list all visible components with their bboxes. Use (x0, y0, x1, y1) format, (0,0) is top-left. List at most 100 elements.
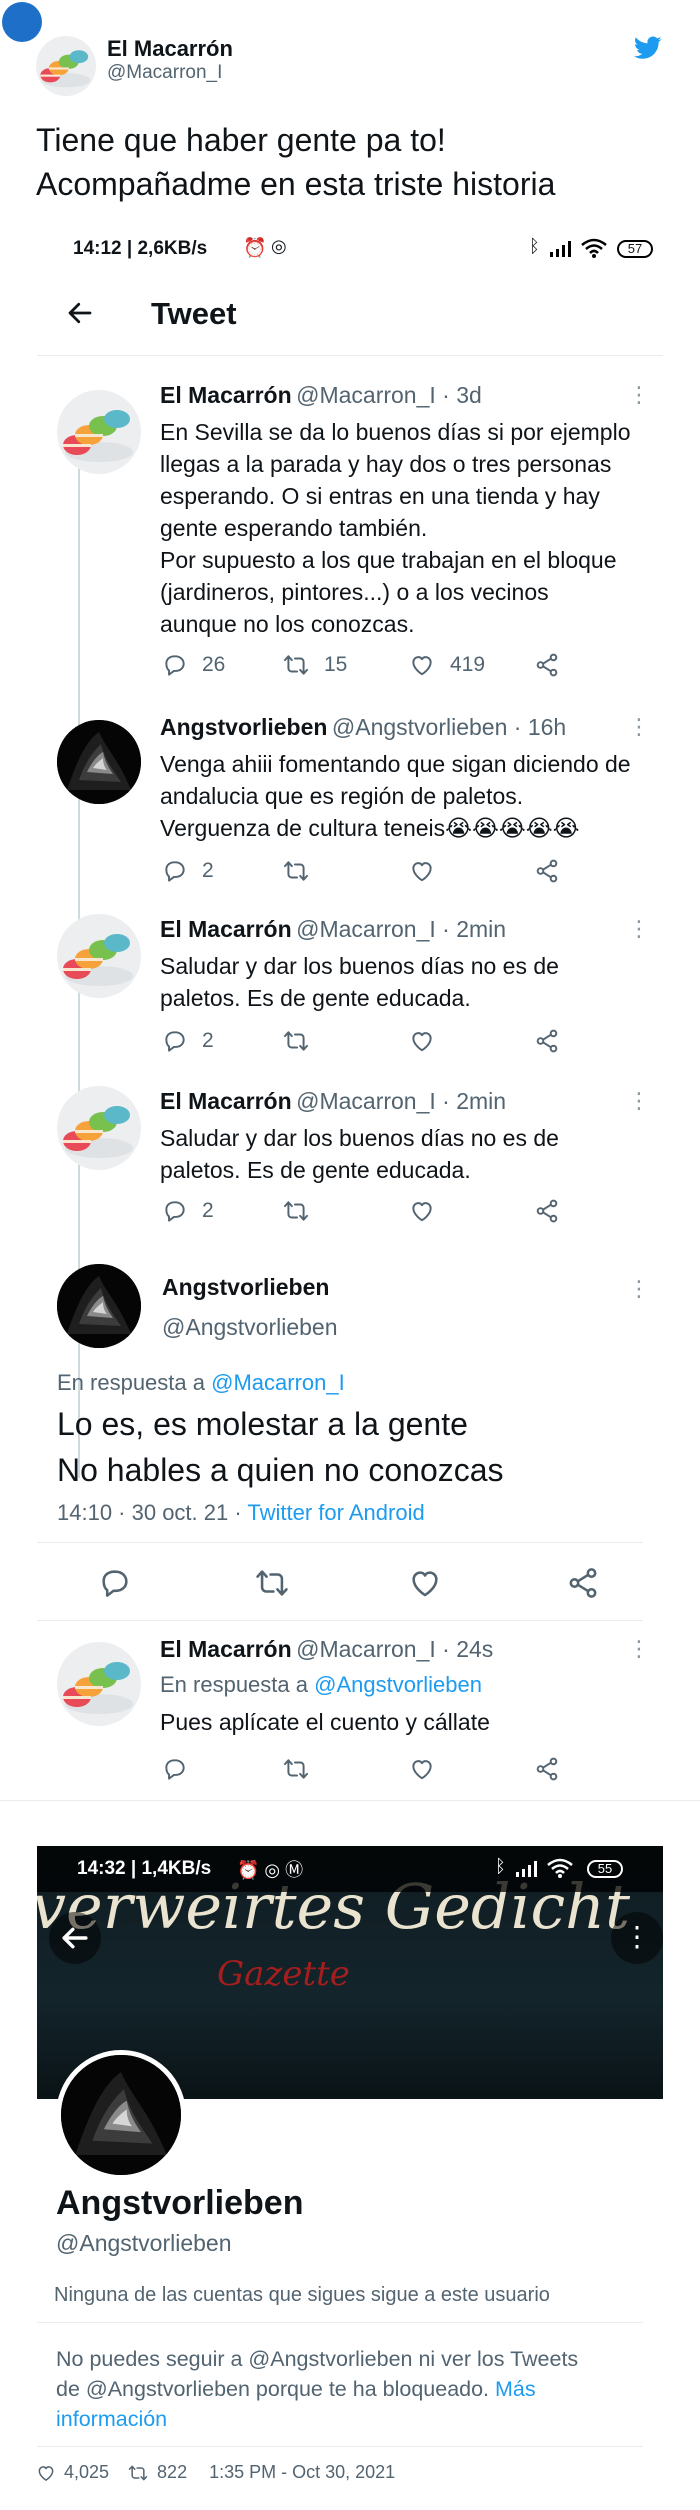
tweet-text-line: Verguenza de cultura teneis😭😭😭😭😭 (160, 815, 580, 841)
share-button[interactable] (534, 1198, 560, 1224)
avatar[interactable] (57, 914, 141, 998)
tweet-author-name[interactable]: Angstvorlieben (160, 714, 327, 740)
back-arrow-icon[interactable] (63, 298, 97, 328)
retweet-button[interactable] (254, 1566, 290, 1600)
like-button[interactable] (408, 858, 436, 884)
more-info-link-cont[interactable]: información (56, 2404, 646, 2434)
avatar[interactable] (57, 720, 141, 804)
more-info-link[interactable]: Más (495, 2377, 536, 2401)
reply-button[interactable] (98, 1566, 132, 1600)
more-options-icon[interactable]: ⋮ (628, 1088, 650, 1114)
share-button[interactable] (534, 858, 560, 884)
retweet-button[interactable] (282, 1756, 310, 1782)
like-button[interactable] (408, 1198, 436, 1224)
reply-to-link[interactable]: @Macarron_I (211, 1370, 345, 1395)
wifi-icon (581, 238, 607, 258)
battery-indicator: 57 (617, 240, 653, 258)
retweet-button[interactable] (282, 1028, 310, 1054)
reply-button[interactable]: 26 (162, 652, 225, 678)
more-options-icon[interactable]: ⋮ (628, 714, 650, 740)
share-button[interactable] (534, 1028, 560, 1054)
bluetooth-icon: ᛒ (495, 1856, 506, 1876)
more-options-icon[interactable]: ⋮ (628, 916, 650, 942)
outer-tweet-text-line2: Acompañadme en esta triste historia (36, 166, 556, 202)
wifi-icon (547, 1858, 573, 1878)
outer-like-count: 4,025 (64, 2462, 110, 2482)
back-button[interactable] (49, 1912, 101, 1964)
focused-timestamp: 14:10 · 30 oct. 21 · (57, 1500, 248, 1525)
like-button[interactable] (408, 1028, 436, 1054)
retweet-button[interactable]: 15 (282, 652, 347, 678)
like-icon[interactable] (36, 2463, 56, 2483)
tweet-author-name[interactable]: El Macarrón (160, 1088, 292, 1114)
reply-button[interactable]: 2 (162, 1198, 214, 1224)
battery-indicator: 55 (587, 1860, 623, 1878)
avatar[interactable] (57, 1264, 141, 1348)
tweet-meta: @Macarron_I · 2min (296, 1088, 507, 1114)
profile-avatar[interactable] (56, 2050, 186, 2180)
reply-button[interactable]: 2 (162, 1028, 214, 1054)
alarm-icon: ⏰ (243, 238, 267, 259)
focused-text-line1: Lo es, es molestar a la gente (57, 1406, 468, 1442)
tweet-text-line: En Sevilla se da lo buenos días si por e… (160, 419, 631, 445)
alarm-icon: ⏰ ◎ Ⓜ (237, 1860, 304, 1880)
reply-to-link[interactable]: @Angstvorlieben (314, 1672, 482, 1697)
tweet-author-name[interactable]: El Macarrón (160, 382, 292, 408)
divider (37, 2322, 643, 2323)
status-time: 14:12 | 2,6KB/s (73, 238, 208, 259)
tweet-text-line: Saludar y dar los buenos días no es de (160, 953, 559, 979)
retweet-button[interactable] (282, 858, 310, 884)
client-link[interactable]: Twitter for Android (247, 1500, 424, 1525)
avatar[interactable] (57, 1086, 141, 1170)
tweet-text-line: Por supuesto a los que trabajan en el bl… (160, 547, 617, 573)
focused-author-name[interactable]: Angstvorlieben (162, 1274, 329, 1301)
more-options-icon[interactable]: ⋮ (628, 1276, 650, 1302)
like-button[interactable]: 419 (408, 652, 485, 678)
avatar[interactable] (57, 390, 141, 474)
divider (37, 2446, 643, 2447)
tweet-meta: @Macarron_I · 3d (296, 382, 482, 408)
status-time: 14:32 | 1,4KB/s (77, 1858, 212, 1879)
outer-avatar[interactable] (36, 36, 96, 96)
tweet-meta: @Macarron_I · 24s (296, 1636, 494, 1662)
tweet-meta: @Angstvorlieben · 16h (331, 714, 567, 740)
retweet-button[interactable] (282, 1198, 310, 1224)
tweet-author-name[interactable]: El Macarrón (160, 916, 292, 942)
tweet-text-line: Venga ahiii fomentando que sigan diciend… (160, 751, 631, 777)
share-button[interactable] (534, 1756, 560, 1782)
avatar[interactable] (57, 1642, 141, 1726)
tweet-author-name[interactable]: El Macarrón (160, 1636, 292, 1662)
tweet-text: Pues aplícate el cuento y cállate (160, 1709, 490, 1735)
tweet-text: Saludar y dar los buenos días no es de p… (160, 950, 559, 1014)
focused-text-line2: No hables a quien no conozcas (57, 1452, 504, 1488)
focused-author-handle[interactable]: @Angstvorlieben (162, 1314, 338, 1341)
tweet-text-line: aunque no los conozcas. (160, 611, 415, 637)
share-button[interactable] (534, 652, 560, 678)
tweet-text-line: gente esperando también. (160, 515, 428, 541)
reply-count: 26 (202, 653, 226, 676)
reply-button[interactable]: 2 (162, 858, 214, 884)
more-options-icon[interactable]: ⋮ (628, 382, 650, 408)
reply-button[interactable] (162, 1756, 188, 1782)
more-options-icon[interactable]: ⋮ (611, 1912, 663, 1964)
outer-author-handle[interactable]: @Macarron_I (107, 62, 222, 84)
tweet-text-line: (jardineros, pintores...) o a los vecino… (160, 579, 549, 605)
retweet-icon[interactable] (127, 2463, 149, 2483)
watermark-badge (2, 2, 42, 42)
outer-author-name[interactable]: El Macarrón (107, 36, 233, 62)
outer-retweet-count: 822 (157, 2462, 188, 2482)
tweet-text: En Sevilla se da lo buenos días si por e… (160, 416, 631, 640)
signal-icon (515, 1860, 541, 1878)
tweet-text-line: Saludar y dar los buenos días no es de (160, 1125, 559, 1151)
header-title: Tweet (151, 296, 237, 331)
like-button[interactable] (408, 1566, 442, 1600)
divider (37, 1542, 643, 1543)
tweet-text-line: paletos. Es de gente educada. (160, 1157, 471, 1183)
bluetooth-icon: ᛒ (529, 236, 540, 256)
more-options-icon[interactable]: ⋮ (628, 1636, 650, 1662)
like-button[interactable] (408, 1756, 436, 1782)
tweet-text: Saludar y dar los buenos días no es de p… (160, 1122, 559, 1186)
reply-count: 2 (202, 1199, 214, 1222)
outer-timestamp: 1:35 PM - Oct 30, 2021 (209, 2462, 396, 2482)
share-button[interactable] (566, 1566, 600, 1600)
